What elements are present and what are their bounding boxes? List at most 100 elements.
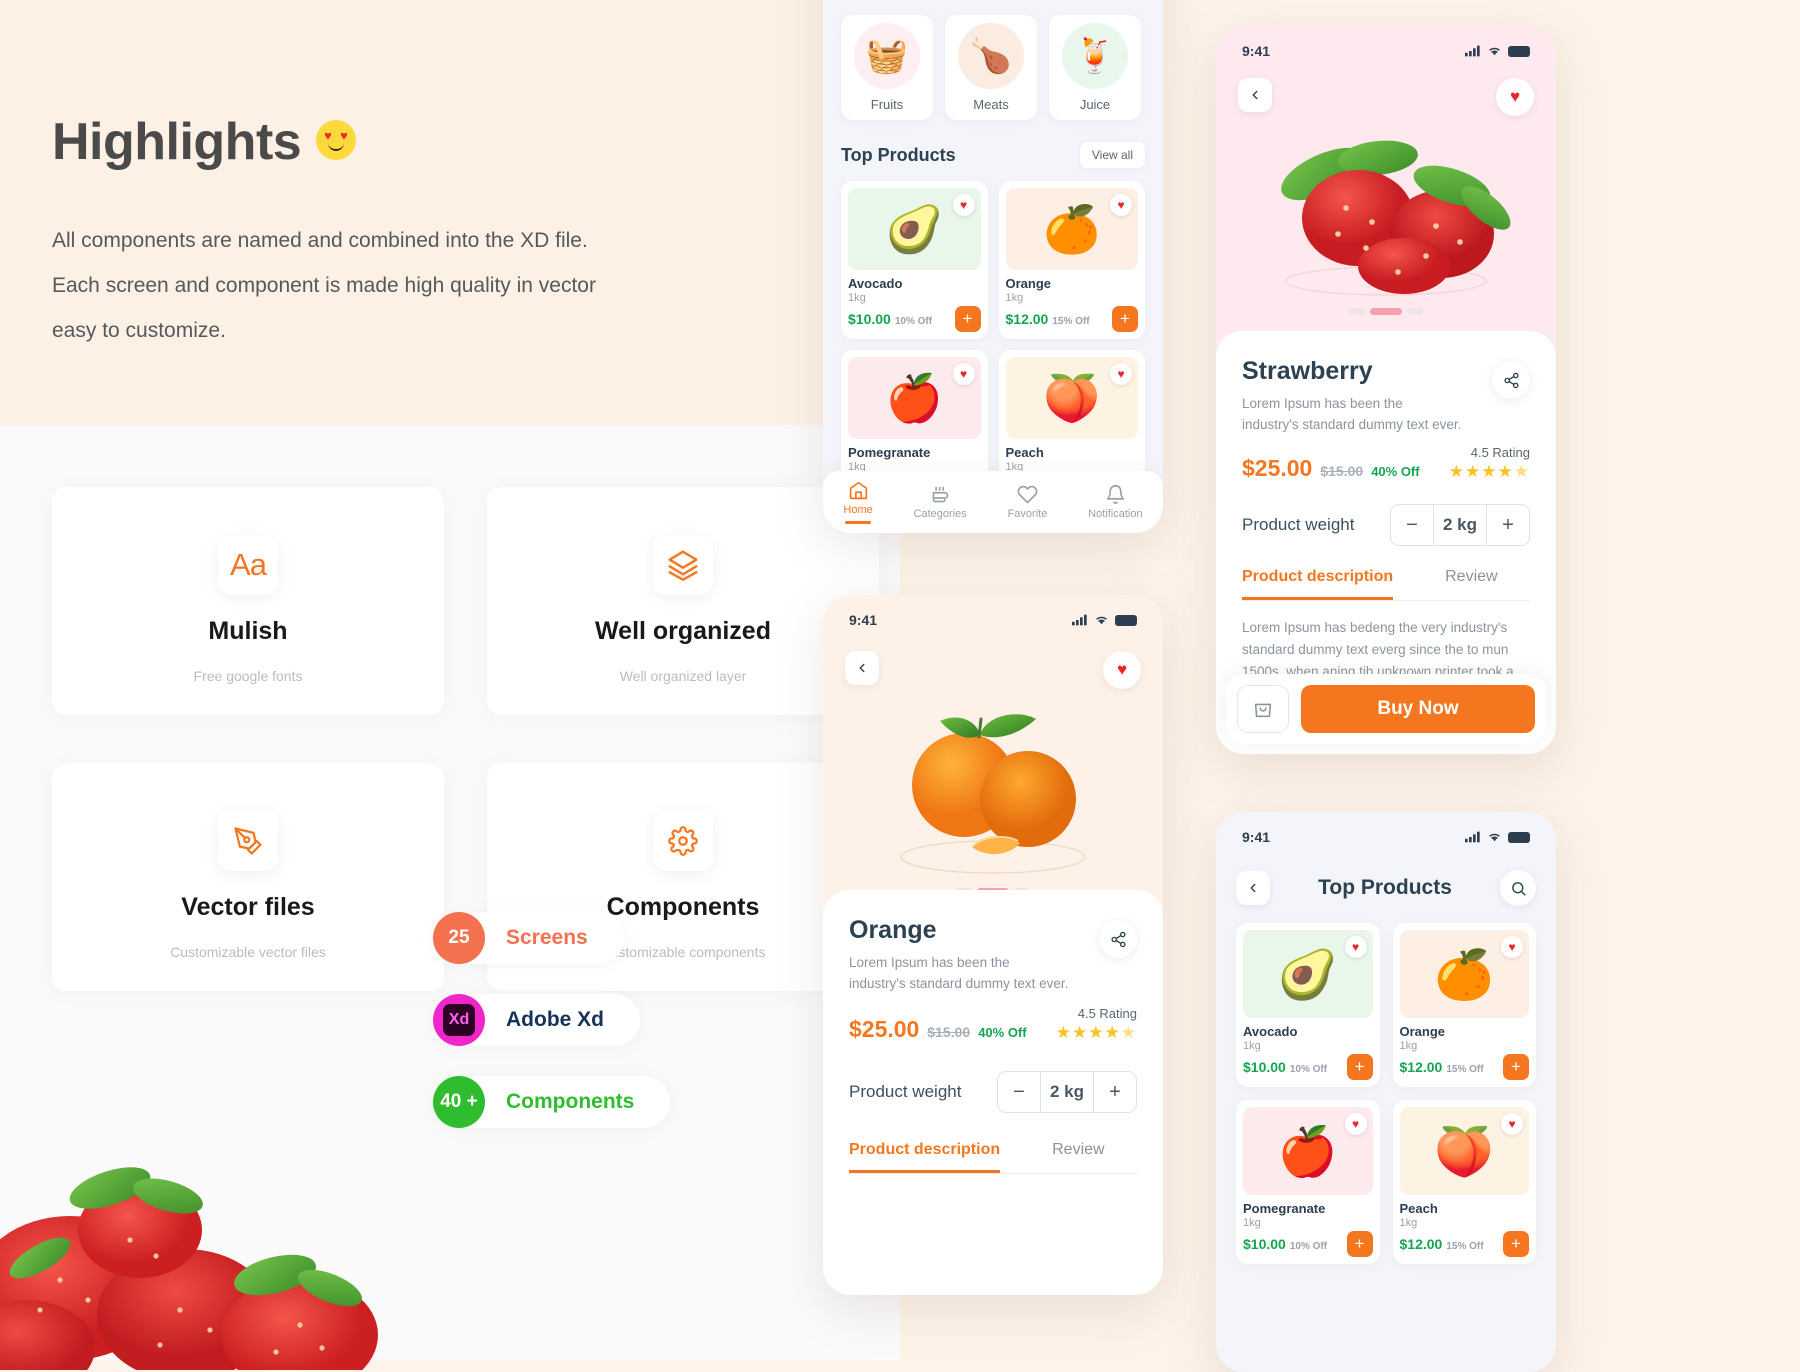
share-button[interactable] (1099, 920, 1137, 958)
category-label: Juice (1079, 97, 1111, 112)
tab-review[interactable]: Review (1052, 1141, 1104, 1173)
add-to-cart-button[interactable]: + (1346, 1231, 1373, 1257)
orange-icon: 🍊 (1043, 202, 1101, 255)
feature-card-well-organized[interactable]: Well organized Well organized layer (487, 487, 879, 715)
price-rating-row: $25.00 $15.00 40% Off 4.5 Rating ★★★★★ (1242, 445, 1530, 482)
product-description: Lorem Ipsum has been the industry's stan… (1242, 396, 1462, 432)
avocado-icon: 🥑 (1277, 948, 1338, 1002)
carousel-dots[interactable] (1216, 308, 1556, 315)
favorite-heart-icon[interactable]: ♥ (952, 194, 975, 216)
favorite-heart-icon[interactable]: ♥ (1344, 936, 1367, 958)
nav-label: Categories (913, 508, 967, 520)
section-title: Top Products (841, 144, 956, 165)
carousel-dot-active[interactable] (1370, 308, 1402, 315)
category-card-juice[interactable]: 🍹 Juice (1049, 15, 1141, 120)
increase-weight-button[interactable]: + (1094, 1072, 1136, 1112)
product-name: Orange (1399, 1024, 1446, 1039)
pomegranate-icon: 🍎 (885, 371, 943, 424)
feature-card-title: Well organized (595, 617, 771, 645)
product-discount: 15% Off (1052, 316, 1090, 327)
strawberry-decorative-image (0, 1167, 378, 1370)
favorite-button[interactable]: ♥ (1103, 651, 1141, 689)
category-card-meats[interactable]: 🍗 Meats (945, 15, 1037, 120)
pill-components[interactable]: 40 + Components (433, 1076, 671, 1128)
favorite-heart-icon[interactable]: ♥ (1110, 194, 1132, 216)
status-icons (1465, 45, 1530, 57)
carousel-dot[interactable] (1407, 308, 1423, 315)
product-quantity: 1kg (1399, 1217, 1418, 1229)
detail-top-bar: ♥ (1216, 78, 1556, 116)
product-price: $12.00 (1399, 1236, 1443, 1252)
add-to-cart-button[interactable]: + (1503, 1054, 1529, 1080)
product-name: Pomegranate (848, 445, 931, 460)
product-old-price: $15.00 (1320, 463, 1364, 479)
signal-icon (1465, 831, 1480, 843)
feature-card-mulish[interactable]: Aa Mulish Free google fonts (52, 487, 444, 715)
pill-screens[interactable]: 25 Screens (433, 912, 624, 964)
favorite-heart-icon[interactable]: ♥ (1501, 1113, 1523, 1135)
product-name: Avocado (1243, 1024, 1298, 1039)
pill-count-badge: 40 + (433, 1076, 485, 1128)
search-button[interactable] (1500, 870, 1536, 906)
nav-item-favorite[interactable]: Favorite (1008, 484, 1047, 520)
category-label: Meats (973, 97, 1009, 112)
category-label: Fruits (870, 97, 904, 112)
tab-product-description[interactable]: Product description (849, 1141, 1001, 1173)
add-to-cart-button[interactable]: + (1503, 1231, 1529, 1257)
product-image: 🍎 ♥ (848, 357, 981, 439)
subtitle-line-2: Each screen and component is made high q… (52, 274, 596, 297)
decrease-weight-button[interactable]: − (1391, 505, 1433, 545)
shopping-bag-icon (1254, 703, 1272, 718)
add-to-cart-button[interactable]: + (954, 306, 981, 332)
tab-product-description[interactable]: Product description (1242, 568, 1394, 600)
category-card-fruits[interactable]: 🧺 Fruits (841, 15, 933, 120)
nav-item-home[interactable]: Home (843, 480, 873, 524)
weight-stepper[interactable]: − 2 kg + (1390, 504, 1530, 546)
add-to-cart-button[interactable]: + (1346, 1054, 1373, 1080)
bottom-navigation: Home Categories Favorite Notification (823, 471, 1163, 533)
favorite-heart-icon[interactable]: ♥ (952, 363, 975, 385)
product-card[interactable]: 🍑 ♥ Peach 1kg $12.00 15% Off + (1392, 1100, 1536, 1264)
nav-item-categories[interactable]: Categories (914, 484, 967, 520)
status-bar: 9:41 (1216, 34, 1556, 68)
favorite-button[interactable]: ♥ (1496, 78, 1534, 116)
increase-weight-button[interactable]: + (1487, 505, 1529, 545)
status-time: 9:41 (1242, 829, 1271, 845)
status-icons (1465, 831, 1530, 843)
rating-label: 4.5 Rating (1470, 445, 1530, 460)
add-to-cart-button[interactable]: + (1112, 306, 1138, 332)
tab-review[interactable]: Review (1445, 568, 1497, 600)
product-price-row: $10.00 10% Off + (1243, 1054, 1373, 1080)
decrease-weight-button[interactable]: − (998, 1072, 1040, 1112)
weight-stepper[interactable]: − 2 kg + (997, 1071, 1137, 1113)
product-card[interactable]: 🍎 ♥ Pomegranate 1kg $10.00 10% Off + (1236, 1100, 1380, 1264)
product-card[interactable]: 🍊 ♥ Orange 1kg $12.00 15% Off + (1392, 923, 1536, 1087)
product-card[interactable]: 🥑 ♥ Avocado 1kg $10.00 10% Off + (841, 181, 988, 339)
pill-adobe-xd[interactable]: Xd Adobe Xd (433, 994, 640, 1046)
product-discount: 15% Off (1446, 1064, 1484, 1075)
product-card[interactable]: 🥑 ♥ Avocado 1kg $10.00 10% Off + (1236, 923, 1380, 1087)
strawberry-hero-image (1281, 140, 1511, 296)
share-button[interactable] (1492, 361, 1530, 399)
favorite-heart-icon[interactable]: ♥ (1344, 1113, 1367, 1135)
view-all-button[interactable]: View all (1079, 142, 1145, 168)
feature-card-vector-files[interactable]: Vector files Customizable vector files (52, 763, 444, 991)
favorite-heart-icon[interactable]: ♥ (1110, 363, 1132, 385)
carousel-dot[interactable] (1349, 308, 1365, 315)
favorite-heart-icon[interactable]: ♥ (1501, 936, 1523, 958)
buy-now-button[interactable]: Buy Now (1301, 685, 1535, 733)
product-price: $12.00 (1399, 1059, 1443, 1075)
nav-item-notification[interactable]: Notification (1088, 484, 1143, 520)
product-title: Orange (849, 916, 937, 944)
product-name: Pomegranate (1243, 1201, 1326, 1216)
feature-card-title: Mulish (208, 617, 288, 645)
product-card[interactable]: 🍊 ♥ Orange 1kg $12.00 15% Off + (998, 181, 1145, 339)
back-button[interactable] (845, 651, 879, 685)
orange-detail-sheet: Orange Lorem Ipsum has been the industry… (823, 890, 1163, 1295)
back-button[interactable] (1236, 871, 1270, 905)
pill-label: Components (506, 1090, 635, 1113)
back-button[interactable] (1238, 78, 1272, 112)
weight-label: Product weight (1242, 515, 1355, 534)
meats-icon-glyph: 🍗 (969, 37, 1013, 75)
cart-button[interactable] (1237, 685, 1289, 733)
